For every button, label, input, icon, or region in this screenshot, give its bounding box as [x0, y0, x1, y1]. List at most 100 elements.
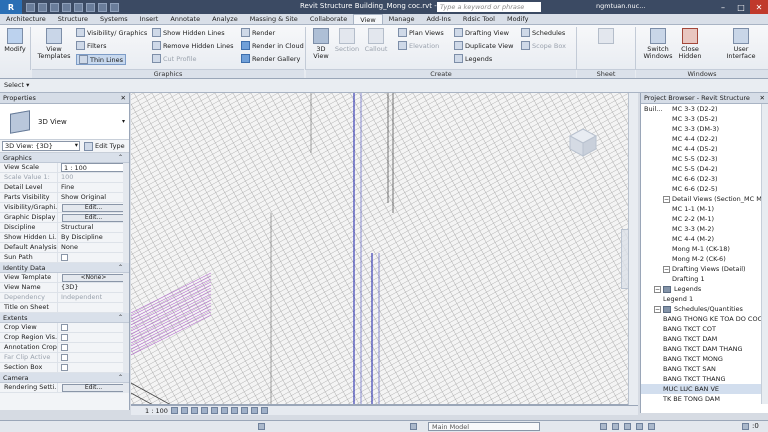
- property-value[interactable]: Show Original: [58, 193, 129, 202]
- filter-icon[interactable]: [742, 423, 749, 430]
- measure-icon[interactable]: [86, 2, 95, 12]
- drafting-view-button[interactable]: Drafting View: [454, 28, 509, 37]
- redo-icon[interactable]: [62, 2, 71, 12]
- type-selector[interactable]: 3D View ▾: [0, 104, 129, 140]
- minimize-button[interactable]: –: [714, 0, 732, 14]
- tab-modify[interactable]: Modify: [501, 14, 535, 24]
- search-input[interactable]: Type a keyword or phrase: [437, 2, 541, 12]
- crop-view-icon[interactable]: [221, 407, 228, 414]
- collapse-icon[interactable]: ⌃: [118, 373, 123, 383]
- tab-massing-site[interactable]: Massing & Site: [244, 14, 304, 24]
- render-dialog-icon[interactable]: [211, 407, 218, 414]
- browser-item[interactable]: MC 3-3 (M-2): [641, 224, 768, 234]
- browser-item[interactable]: BANG TKCT DAM: [641, 334, 768, 344]
- browser-item[interactable]: MC 5-5 (D2-3): [641, 154, 768, 164]
- property-value[interactable]: {3D}: [58, 283, 129, 292]
- application-menu-button[interactable]: R: [0, 0, 22, 14]
- property-checkbox[interactable]: [61, 334, 68, 341]
- visual-style-icon[interactable]: [181, 407, 188, 414]
- scope-box-button[interactable]: Scope Box: [521, 41, 566, 50]
- select-underlay-icon[interactable]: [612, 423, 619, 430]
- reveal-hidden-icon[interactable]: [261, 407, 268, 414]
- collapse-toggle-icon[interactable]: −: [654, 305, 661, 313]
- viewport-scrollbar[interactable]: [628, 93, 638, 409]
- browser-item[interactable]: MC 4-4 (D5-2): [641, 144, 768, 154]
- 3d-viewport[interactable]: [131, 93, 638, 405]
- property-value[interactable]: By Discipline: [58, 233, 129, 242]
- select-dropdown[interactable]: Select ▾: [4, 81, 29, 89]
- close-icon[interactable]: ✕: [760, 93, 765, 104]
- property-checkbox[interactable]: [61, 344, 68, 351]
- browser-item[interactable]: MC 6-6 (D2-3): [641, 174, 768, 184]
- view-scale-input[interactable]: 1 : 100: [61, 163, 125, 172]
- plan-views-button[interactable]: Plan Views: [398, 28, 444, 37]
- edit-button[interactable]: Edit...: [62, 204, 125, 212]
- browser-item[interactable]: BANG TKCT DAM THANG: [641, 344, 768, 354]
- tab-add-ins[interactable]: Add-Ins: [421, 14, 457, 24]
- section-button[interactable]: Section: [335, 28, 359, 53]
- show-hidden-lines-button[interactable]: Show Hidden Lines: [152, 28, 225, 37]
- browser-item[interactable]: BANG TKCT SAN: [641, 364, 768, 374]
- view-templates-button[interactable]: View Templates: [36, 28, 72, 60]
- property-value[interactable]: [58, 303, 129, 312]
- browser-item[interactable]: MC 1-1 (M-1): [641, 204, 768, 214]
- modify-button[interactable]: Modify: [4, 28, 26, 53]
- render-button[interactable]: Render: [241, 28, 275, 37]
- browser-item[interactable]: BANG TKCT COT: [641, 324, 768, 334]
- browser-item[interactable]: − Detail Views (Section_MC Mon: [641, 194, 768, 204]
- switch-windows-button[interactable]: Switch Windows: [642, 28, 674, 60]
- property-value[interactable]: Structural: [58, 223, 129, 232]
- view-selector-dropdown[interactable]: 3D View: {3D}: [2, 141, 80, 151]
- user-interface-button[interactable]: User Interface: [724, 28, 758, 60]
- tab-analyze[interactable]: Analyze: [206, 14, 244, 24]
- tab-manage[interactable]: Manage: [383, 14, 421, 24]
- text-icon[interactable]: [110, 2, 119, 12]
- tab-insert[interactable]: Insert: [134, 14, 165, 24]
- worksets-icon[interactable]: [258, 423, 265, 430]
- browser-item[interactable]: BANG THONG KE TOA DO COC: [641, 314, 768, 324]
- collapse-icon[interactable]: ⌃: [118, 263, 123, 273]
- browser-item[interactable]: Mong M-2 (CK-6): [641, 254, 768, 264]
- sun-path-icon[interactable]: [191, 407, 198, 414]
- browser-item[interactable]: MC 5-5 (D4-2): [641, 164, 768, 174]
- property-checkbox[interactable]: [61, 364, 68, 371]
- shadows-icon[interactable]: [201, 407, 208, 414]
- save-icon[interactable]: [38, 2, 47, 12]
- browser-item[interactable]: Legend 1: [641, 294, 768, 304]
- close-icon[interactable]: ✕: [121, 93, 126, 104]
- remove-hidden-lines-button[interactable]: Remove Hidden Lines: [152, 41, 234, 50]
- browser-item[interactable]: TK BE TONG DAM: [641, 394, 768, 404]
- user-name[interactable]: ngmtuan.nuc...: [596, 2, 645, 10]
- property-section-header[interactable]: Identity Data ⌃: [0, 263, 129, 273]
- legends-button[interactable]: Legends: [454, 54, 492, 63]
- design-options-icon[interactable]: [410, 423, 417, 430]
- drag-elements-icon[interactable]: [648, 423, 655, 430]
- browser-item[interactable]: MC 2-2 (M-1): [641, 214, 768, 224]
- tab-architecture[interactable]: Architecture: [0, 14, 52, 24]
- duplicate-view-button[interactable]: Duplicate View: [454, 41, 513, 50]
- view-scale[interactable]: 1 : 100: [131, 407, 171, 415]
- tab-annotate[interactable]: Annotate: [164, 14, 206, 24]
- property-section-header[interactable]: Camera ⌃: [0, 373, 129, 383]
- detail-level-icon[interactable]: [171, 407, 178, 414]
- 3d-view-button[interactable]: 3D View: [310, 28, 332, 60]
- browser-item[interactable]: − Schedules/Quantities: [641, 304, 768, 314]
- 3d-view-icon[interactable]: [98, 2, 107, 12]
- thin-lines-button[interactable]: Thin Lines: [76, 54, 127, 65]
- print-icon[interactable]: [74, 2, 83, 12]
- browser-item[interactable]: MC 3-3 (DM-3): [641, 124, 768, 134]
- main-model-dropdown[interactable]: Main Model: [428, 422, 540, 431]
- property-checkbox[interactable]: [61, 324, 68, 331]
- tab-rdsic-tool[interactable]: Rdsic Tool: [457, 14, 501, 24]
- tab-view[interactable]: View: [353, 14, 383, 24]
- lock-view-icon[interactable]: [241, 407, 248, 414]
- undo-icon[interactable]: [50, 2, 59, 12]
- browser-item[interactable]: MC 3-3 (D5-2): [641, 114, 768, 124]
- browser-item[interactable]: MC 4-4 (D2-2): [641, 134, 768, 144]
- cut-profile-button[interactable]: Cut Profile: [152, 54, 196, 63]
- browser-item[interactable]: Drafting 1: [641, 274, 768, 284]
- tab-systems[interactable]: Systems: [94, 14, 134, 24]
- callout-button[interactable]: Callout: [364, 28, 388, 53]
- tab-collaborate[interactable]: Collaborate: [304, 14, 353, 24]
- close-button[interactable]: ✕: [750, 0, 768, 14]
